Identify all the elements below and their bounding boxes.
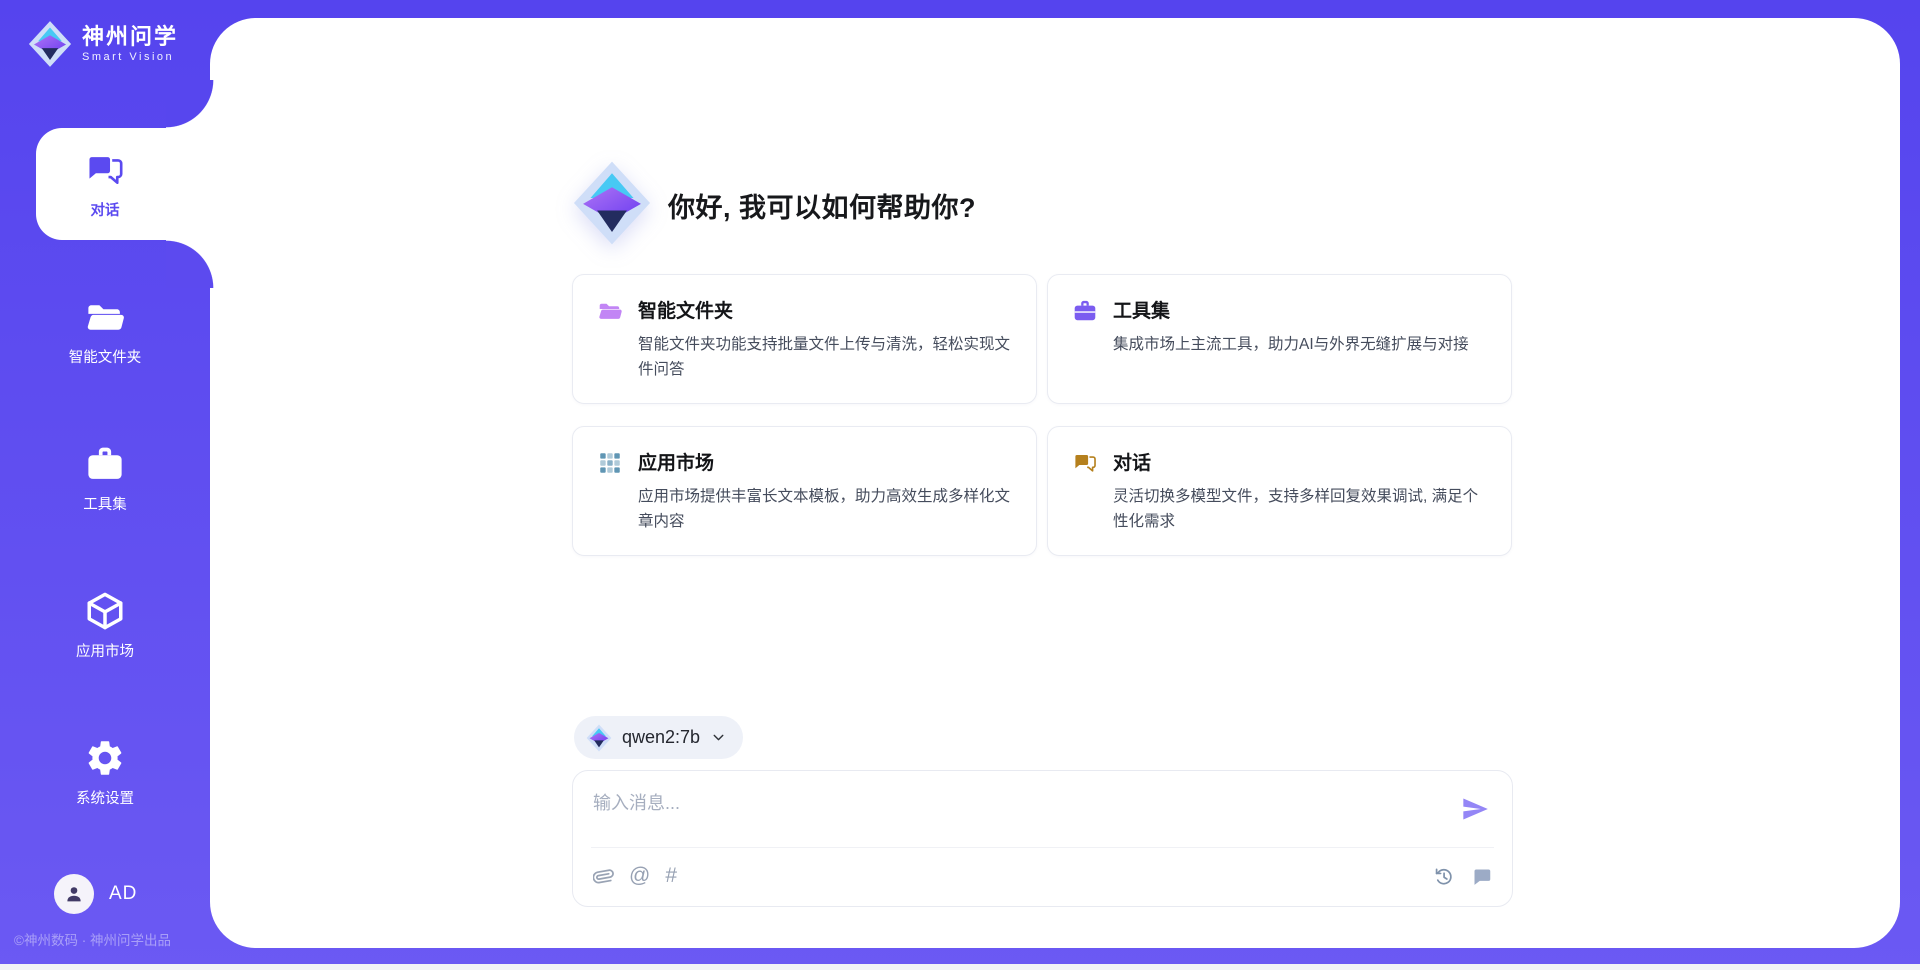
send-button[interactable] [1460,795,1490,825]
folder-icon [84,296,126,338]
grid-icon [597,450,623,476]
copyright-footer: ©神州数码 · 神州问学出品 [14,929,210,949]
sidebar-item-label: 对话 [91,199,120,220]
card-description: 智能文件夹功能支持批量文件上传与清洗，轻松实现文件问答 [638,332,1016,382]
briefcase-icon [1072,298,1098,324]
quick-chat-button[interactable] [1471,861,1492,891]
card-description: 灵活切换多模型文件，支持多样回复效果调试, 满足个性化需求 [1113,484,1491,534]
chat-bubble-icon [1471,866,1492,887]
paperclip-icon [593,866,614,887]
card-title: 对话 [1113,448,1491,475]
sidebar-item-app-market[interactable]: 应用市场 [0,569,210,681]
bottom-scrollbar-strip[interactable] [0,964,1920,970]
model-selector[interactable]: qwen2:7b [574,716,743,759]
sidebar-item-smart-folder[interactable]: 智能文件夹 [0,275,210,387]
attach-button[interactable] [593,861,614,891]
sidebar: 神州问学 Smart Vision 对话 智能文件夹 工具集 [0,0,210,970]
card-title: 应用市场 [638,448,1016,475]
chevron-down-icon [710,729,727,746]
user-account[interactable]: AD [54,874,137,914]
send-plane-icon [1461,795,1489,823]
sidebar-item-chat[interactable]: 对话 [0,128,210,240]
person-icon [63,883,85,905]
chat-bubbles-icon [84,149,126,191]
sidebar-item-label: 应用市场 [76,640,134,661]
card-title: 智能文件夹 [638,296,1016,323]
brand-subtitle: Smart Vision [82,50,178,64]
card-toolset[interactable]: 工具集 集成市场上主流工具，助力AI与外界无缝扩展与对接 [1047,274,1512,404]
brand: 神州问学 Smart Vision [28,20,178,68]
sidebar-item-label: 工具集 [83,493,127,514]
history-clock-icon [1432,865,1455,888]
briefcase-icon [84,443,126,485]
composer: @ # [572,770,1513,907]
composer-tools-left: @ # [593,861,677,891]
message-input[interactable] [593,789,1423,839]
avatar [54,874,94,914]
gear-icon [84,737,126,779]
card-smart-folder[interactable]: 智能文件夹 智能文件夹功能支持批量文件上传与清洗，轻松实现文件问答 [572,274,1037,404]
cube-icon [84,590,126,632]
sidebar-item-label: 系统设置 [76,787,134,808]
card-description: 应用市场提供丰富长文本模板，助力高效生成多样化文章内容 [638,484,1016,534]
composer-divider [591,847,1494,848]
sidebar-item-settings[interactable]: 系统设置 [0,716,210,828]
history-button[interactable] [1432,861,1455,891]
sidebar-item-label: 智能文件夹 [69,346,142,367]
main-content-panel: 你好, 我可以如何帮助你? 智能文件夹 智能文件夹功能支持批量文件上传与清洗，轻… [210,18,1900,948]
greeting-title: 你好, 我可以如何帮助你? [668,186,976,225]
card-chat[interactable]: 对话 灵活切换多模型文件，支持多样回复效果调试, 满足个性化需求 [1047,426,1512,556]
feature-cards: 智能文件夹 智能文件夹功能支持批量文件上传与清洗，轻松实现文件问答 工具集 集成… [572,274,1512,556]
card-app-market[interactable]: 应用市场 应用市场提供丰富长文本模板，助力高效生成多样化文章内容 [572,426,1037,556]
brand-diamond-icon [572,160,652,246]
hashtag-button[interactable]: # [665,861,677,891]
chat-bubbles-icon [1072,450,1098,476]
card-title: 工具集 [1113,296,1491,323]
user-initials: AD [109,883,137,905]
center-column: 你好, 我可以如何帮助你? 智能文件夹 智能文件夹功能支持批量文件上传与清洗，轻… [572,18,1515,948]
brand-name: 神州问学 [82,24,178,50]
composer-tools-right [1432,861,1492,891]
folder-icon [597,298,623,324]
sidebar-item-toolset[interactable]: 工具集 [0,422,210,534]
model-diamond-icon [586,724,612,752]
model-name: qwen2:7b [622,727,700,748]
brand-diamond-icon [28,20,72,68]
mention-button[interactable]: @ [629,861,650,891]
card-description: 集成市场上主流工具，助力AI与外界无缝扩展与对接 [1113,332,1491,357]
